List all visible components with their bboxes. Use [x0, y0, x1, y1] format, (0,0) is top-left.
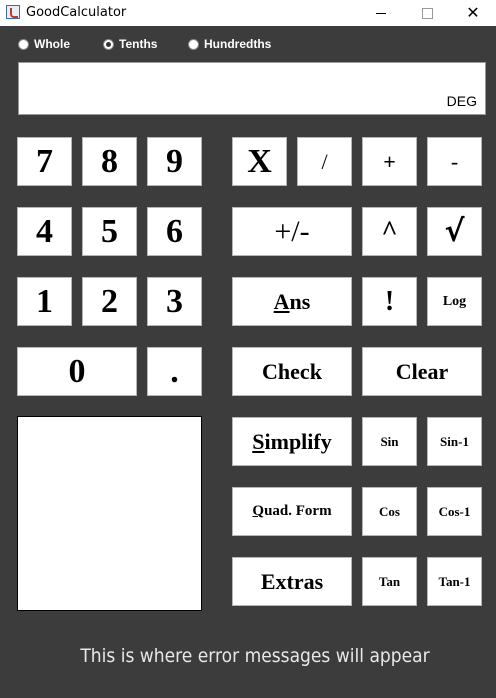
factorial-button[interactable]: !: [362, 277, 417, 326]
maximize-icon: [421, 7, 433, 19]
radio-tenths-label: Tenths: [119, 37, 158, 51]
digit-8-button[interactable]: 8: [82, 137, 137, 186]
square-root-button[interactable]: √: [427, 207, 482, 256]
radio-whole-dot[interactable]: [18, 38, 29, 50]
quadratic-formula-button[interactable]: Quad. Form: [232, 487, 352, 536]
extras-button[interactable]: Extras: [232, 557, 352, 606]
digit-7-button[interactable]: 7: [17, 137, 72, 186]
calculator-display: DEG: [18, 62, 486, 115]
tan-button[interactable]: Tan: [362, 557, 417, 606]
decimal-point-button[interactable]: .: [147, 347, 202, 396]
minus-button[interactable]: -: [427, 137, 482, 186]
java-app-icon: [6, 5, 20, 19]
output-panel: [17, 416, 202, 611]
square-root-icon: √: [444, 214, 465, 249]
minimize-button[interactable]: [358, 0, 404, 26]
digit-5-button[interactable]: 5: [82, 207, 137, 256]
plus-button[interactable]: +: [362, 137, 417, 186]
acos-button[interactable]: Cos-1: [427, 487, 482, 536]
cos-button[interactable]: Cos: [362, 487, 417, 536]
clear-button[interactable]: Clear: [362, 347, 482, 396]
window-title: GoodCalculator: [26, 5, 127, 20]
multiply-button[interactable]: X: [232, 137, 287, 186]
error-message: This is where error messages will appear: [80, 645, 430, 667]
radio-tenths[interactable]: Tenths: [103, 36, 157, 52]
simplify-label: implify: [264, 428, 332, 454]
digit-9-button[interactable]: 9: [147, 137, 202, 186]
ans-button[interactable]: Ans: [232, 277, 352, 326]
title-bar: GoodCalculator ✕: [0, 0, 496, 26]
negate-button[interactable]: +/-: [232, 207, 352, 256]
sin-button[interactable]: Sin: [362, 417, 417, 466]
quad-mnemonic: Q: [252, 503, 265, 519]
divide-button[interactable]: /: [297, 137, 352, 186]
radio-whole-label: Whole: [34, 37, 70, 51]
digit-6-button[interactable]: 6: [147, 207, 202, 256]
digit-3-button[interactable]: 3: [147, 277, 202, 326]
radio-hundredths-label: Hundredths: [204, 37, 272, 51]
radio-hundredths[interactable]: Hundredths: [188, 36, 271, 52]
ans-mnemonic: A: [273, 288, 290, 314]
radio-whole[interactable]: Whole: [18, 36, 70, 52]
simplify-mnemonic: S: [252, 428, 265, 454]
check-button[interactable]: Check: [232, 347, 352, 396]
digit-2-button[interactable]: 2: [82, 277, 137, 326]
log-button[interactable]: Log: [427, 277, 482, 326]
minimize-icon: [376, 12, 386, 14]
radio-hundredths-dot[interactable]: [188, 38, 199, 50]
digit-4-button[interactable]: 4: [17, 207, 72, 256]
radio-tenths-dot[interactable]: [103, 38, 114, 50]
atan-button[interactable]: Tan-1: [427, 557, 482, 606]
ans-label: ns: [289, 288, 311, 314]
asin-button[interactable]: Sin-1: [427, 417, 482, 466]
power-button[interactable]: ^: [362, 207, 417, 256]
close-icon: ✕: [466, 3, 480, 22]
digit-0-button[interactable]: 0: [17, 347, 137, 396]
close-button[interactable]: ✕: [450, 0, 496, 26]
simplify-button[interactable]: Simplify: [232, 417, 352, 466]
maximize-button[interactable]: [404, 0, 450, 26]
digit-1-button[interactable]: 1: [17, 277, 72, 326]
quad-label: uad. Form: [264, 503, 332, 519]
angle-mode-indicator: DEG: [446, 93, 477, 109]
